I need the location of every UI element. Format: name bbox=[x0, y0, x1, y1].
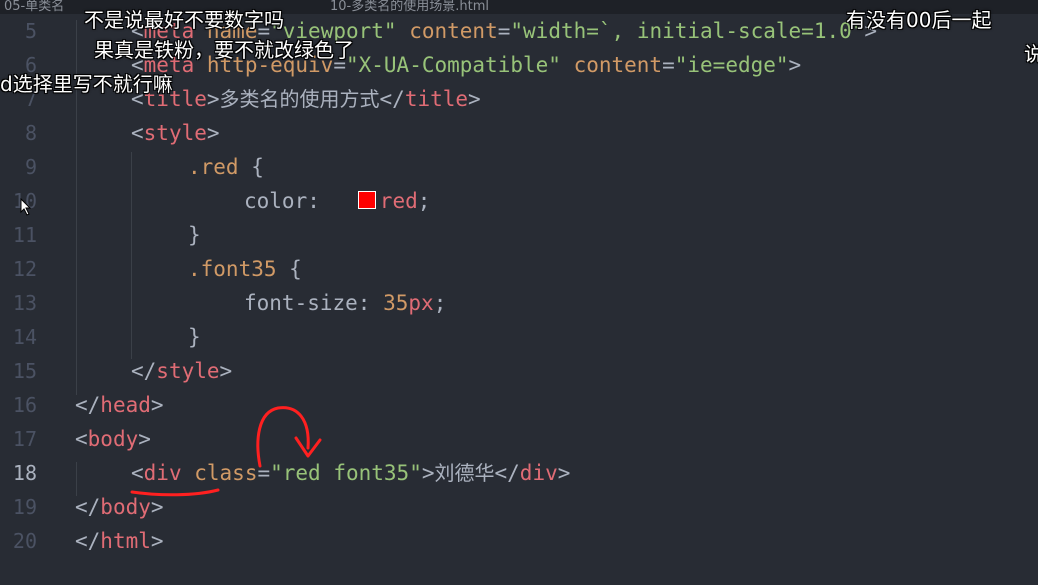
danmaku-comment: 说 bbox=[1024, 42, 1038, 66]
danmaku-comment: 有没有00后一起 bbox=[846, 8, 992, 32]
mouse-cursor-icon bbox=[20, 198, 32, 216]
danmaku-comment: 果真是铁粉，要不就改绿色了 bbox=[94, 38, 354, 62]
danmaku-comment: d选择里写不就行嘛 bbox=[0, 72, 173, 96]
danmaku-comment: 不是说最好不要数字吗 bbox=[84, 8, 284, 32]
